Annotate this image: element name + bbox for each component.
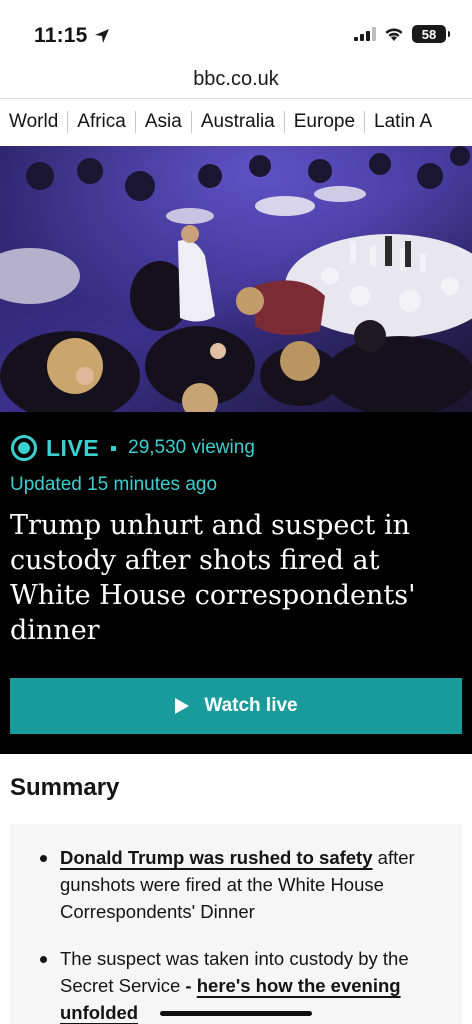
summary-link-rushed-to-safety[interactable]: Donald Trump was rushed to safety xyxy=(60,847,373,868)
url-bar[interactable]: bbc.co.uk xyxy=(0,62,472,96)
clock-text: 11:15 xyxy=(34,24,88,47)
live-label: LIVE xyxy=(46,434,100,461)
status-time: 11:15 xyxy=(34,24,110,48)
url-domain: bbc.co.uk xyxy=(193,67,279,90)
battery-icon: 58 xyxy=(412,25,450,43)
summary-box: Donald Trump was rushed to safety after … xyxy=(10,824,462,1024)
watch-live-button[interactable]: Watch live xyxy=(10,678,462,734)
watch-live-label: Watch live xyxy=(204,695,298,716)
nav-item-europe[interactable]: Europe xyxy=(285,110,366,133)
nav-item-australia[interactable]: Australia xyxy=(192,110,285,133)
status-icons: 58 xyxy=(354,25,450,43)
wifi-icon xyxy=(385,27,403,41)
home-indicator[interactable] xyxy=(160,1011,312,1016)
battery-level: 58 xyxy=(421,26,437,42)
nav-item-world[interactable]: World xyxy=(0,110,69,133)
live-indicator-row: LIVE 29,530 viewing xyxy=(10,434,255,462)
summary-title: Summary xyxy=(10,774,120,801)
nav-item-latin-america[interactable]: Latin A xyxy=(365,111,441,133)
summary-dash: - xyxy=(180,975,197,996)
separator-dot xyxy=(111,445,117,451)
ballroom-scene-image xyxy=(0,146,472,412)
nav-item-africa[interactable]: Africa xyxy=(68,110,136,133)
viewer-count: 29,530 viewing xyxy=(128,437,255,458)
status-bar: 11:15 58 xyxy=(0,0,472,62)
live-icon xyxy=(11,435,37,461)
live-block: LIVE 29,530 viewing Updated 15 minutes a… xyxy=(0,412,472,754)
nav-item-asia[interactable]: Asia xyxy=(136,110,192,133)
hero-image xyxy=(0,146,472,412)
updated-time: Updated 15 minutes ago xyxy=(10,474,218,495)
location-arrow-icon xyxy=(94,29,109,43)
play-icon xyxy=(175,698,190,714)
region-nav: World Africa Asia Australia Europe Latin… xyxy=(0,98,472,144)
headline[interactable]: Trump unhurt and suspect in custody afte… xyxy=(10,508,462,648)
summary-item: Donald Trump was rushed to safety after … xyxy=(40,844,442,925)
signal-icon xyxy=(354,27,376,41)
